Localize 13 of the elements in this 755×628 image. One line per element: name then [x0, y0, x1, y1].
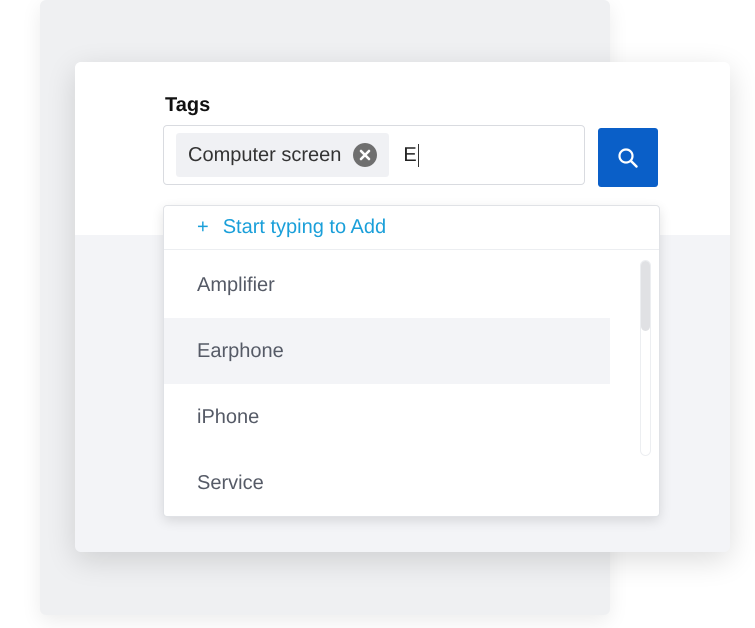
dropdown-option[interactable]: Amplifier [164, 252, 610, 318]
scrollbar[interactable] [640, 260, 651, 456]
plus-icon: + [197, 216, 209, 239]
dropdown-option[interactable]: Service [164, 450, 610, 516]
input-text: E [403, 144, 419, 166]
dropdown-option[interactable]: Earphone [164, 318, 610, 384]
remove-tag-icon[interactable] [353, 143, 378, 167]
search-icon [617, 146, 639, 168]
tag-text: Computer screen [188, 144, 342, 166]
dropdown-option[interactable]: iPhone [164, 384, 610, 450]
tags-input-field[interactable]: Computer screen E [163, 125, 585, 185]
field-label: Tags [164, 94, 212, 117]
search-button[interactable] [598, 128, 658, 187]
